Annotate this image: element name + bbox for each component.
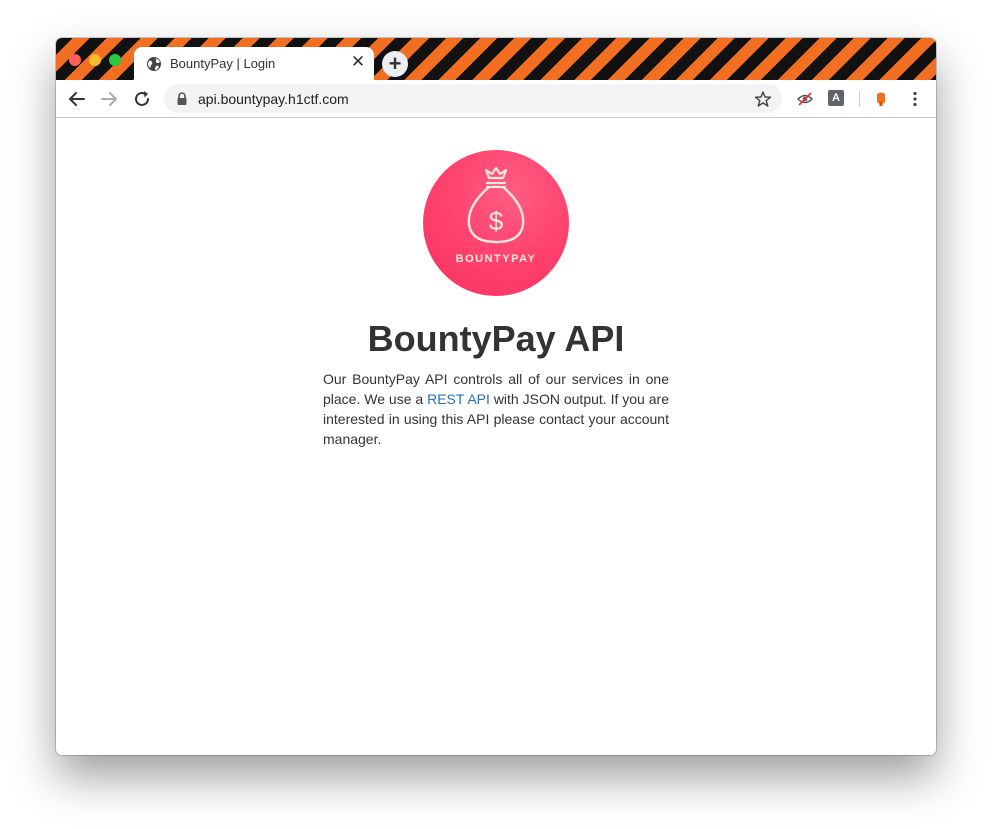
minimize-window-button[interactable] bbox=[89, 54, 101, 66]
tab-title: BountyPay | Login bbox=[170, 56, 276, 71]
tab-bar: BountyPay | Login ✕ + bbox=[56, 38, 936, 80]
back-icon[interactable] bbox=[66, 88, 88, 110]
url-text[interactable]: api.bountypay.h1ctf.com bbox=[198, 91, 349, 107]
rest-api-link[interactable]: REST API bbox=[427, 391, 490, 407]
bountypay-logo: $ BOUNTYPAY bbox=[423, 150, 569, 296]
lock-icon bbox=[177, 92, 187, 105]
zoom-window-button[interactable] bbox=[109, 54, 121, 66]
close-icon[interactable]: ✕ bbox=[350, 53, 366, 71]
translate-icon[interactable]: A bbox=[828, 90, 844, 106]
new-tab-button[interactable]: + bbox=[382, 51, 408, 77]
reload-icon[interactable] bbox=[131, 88, 153, 110]
close-window-button[interactable] bbox=[69, 54, 81, 66]
browser-toolbar: api.bountypay.h1ctf.com A bbox=[56, 80, 936, 118]
money-bag-icon: $ bbox=[467, 166, 525, 244]
toolbar-divider bbox=[859, 91, 860, 107]
blocked-eye-icon[interactable] bbox=[796, 90, 814, 108]
extension-icon[interactable] bbox=[872, 90, 890, 108]
page-content: $ BOUNTYPAY BountyPay API Our BountyPay … bbox=[56, 118, 936, 755]
address-bar[interactable]: api.bountypay.h1ctf.com bbox=[164, 84, 782, 113]
globe-icon bbox=[147, 57, 161, 71]
logo-wordmark: BOUNTYPAY bbox=[455, 253, 537, 265]
menu-icon[interactable] bbox=[906, 90, 924, 108]
plus-icon: + bbox=[388, 51, 402, 76]
browser-window: BountyPay | Login ✕ + api.bountypay.h1ct… bbox=[56, 38, 936, 755]
api-description: Our BountyPay API controls all of our se… bbox=[323, 369, 669, 449]
translate-letter: A bbox=[832, 92, 840, 104]
star-icon[interactable] bbox=[754, 90, 772, 108]
tab-active[interactable]: BountyPay | Login ✕ bbox=[134, 47, 374, 80]
page-title: BountyPay API bbox=[367, 318, 625, 359]
svg-text:$: $ bbox=[489, 206, 504, 236]
forward-icon[interactable] bbox=[98, 88, 120, 110]
